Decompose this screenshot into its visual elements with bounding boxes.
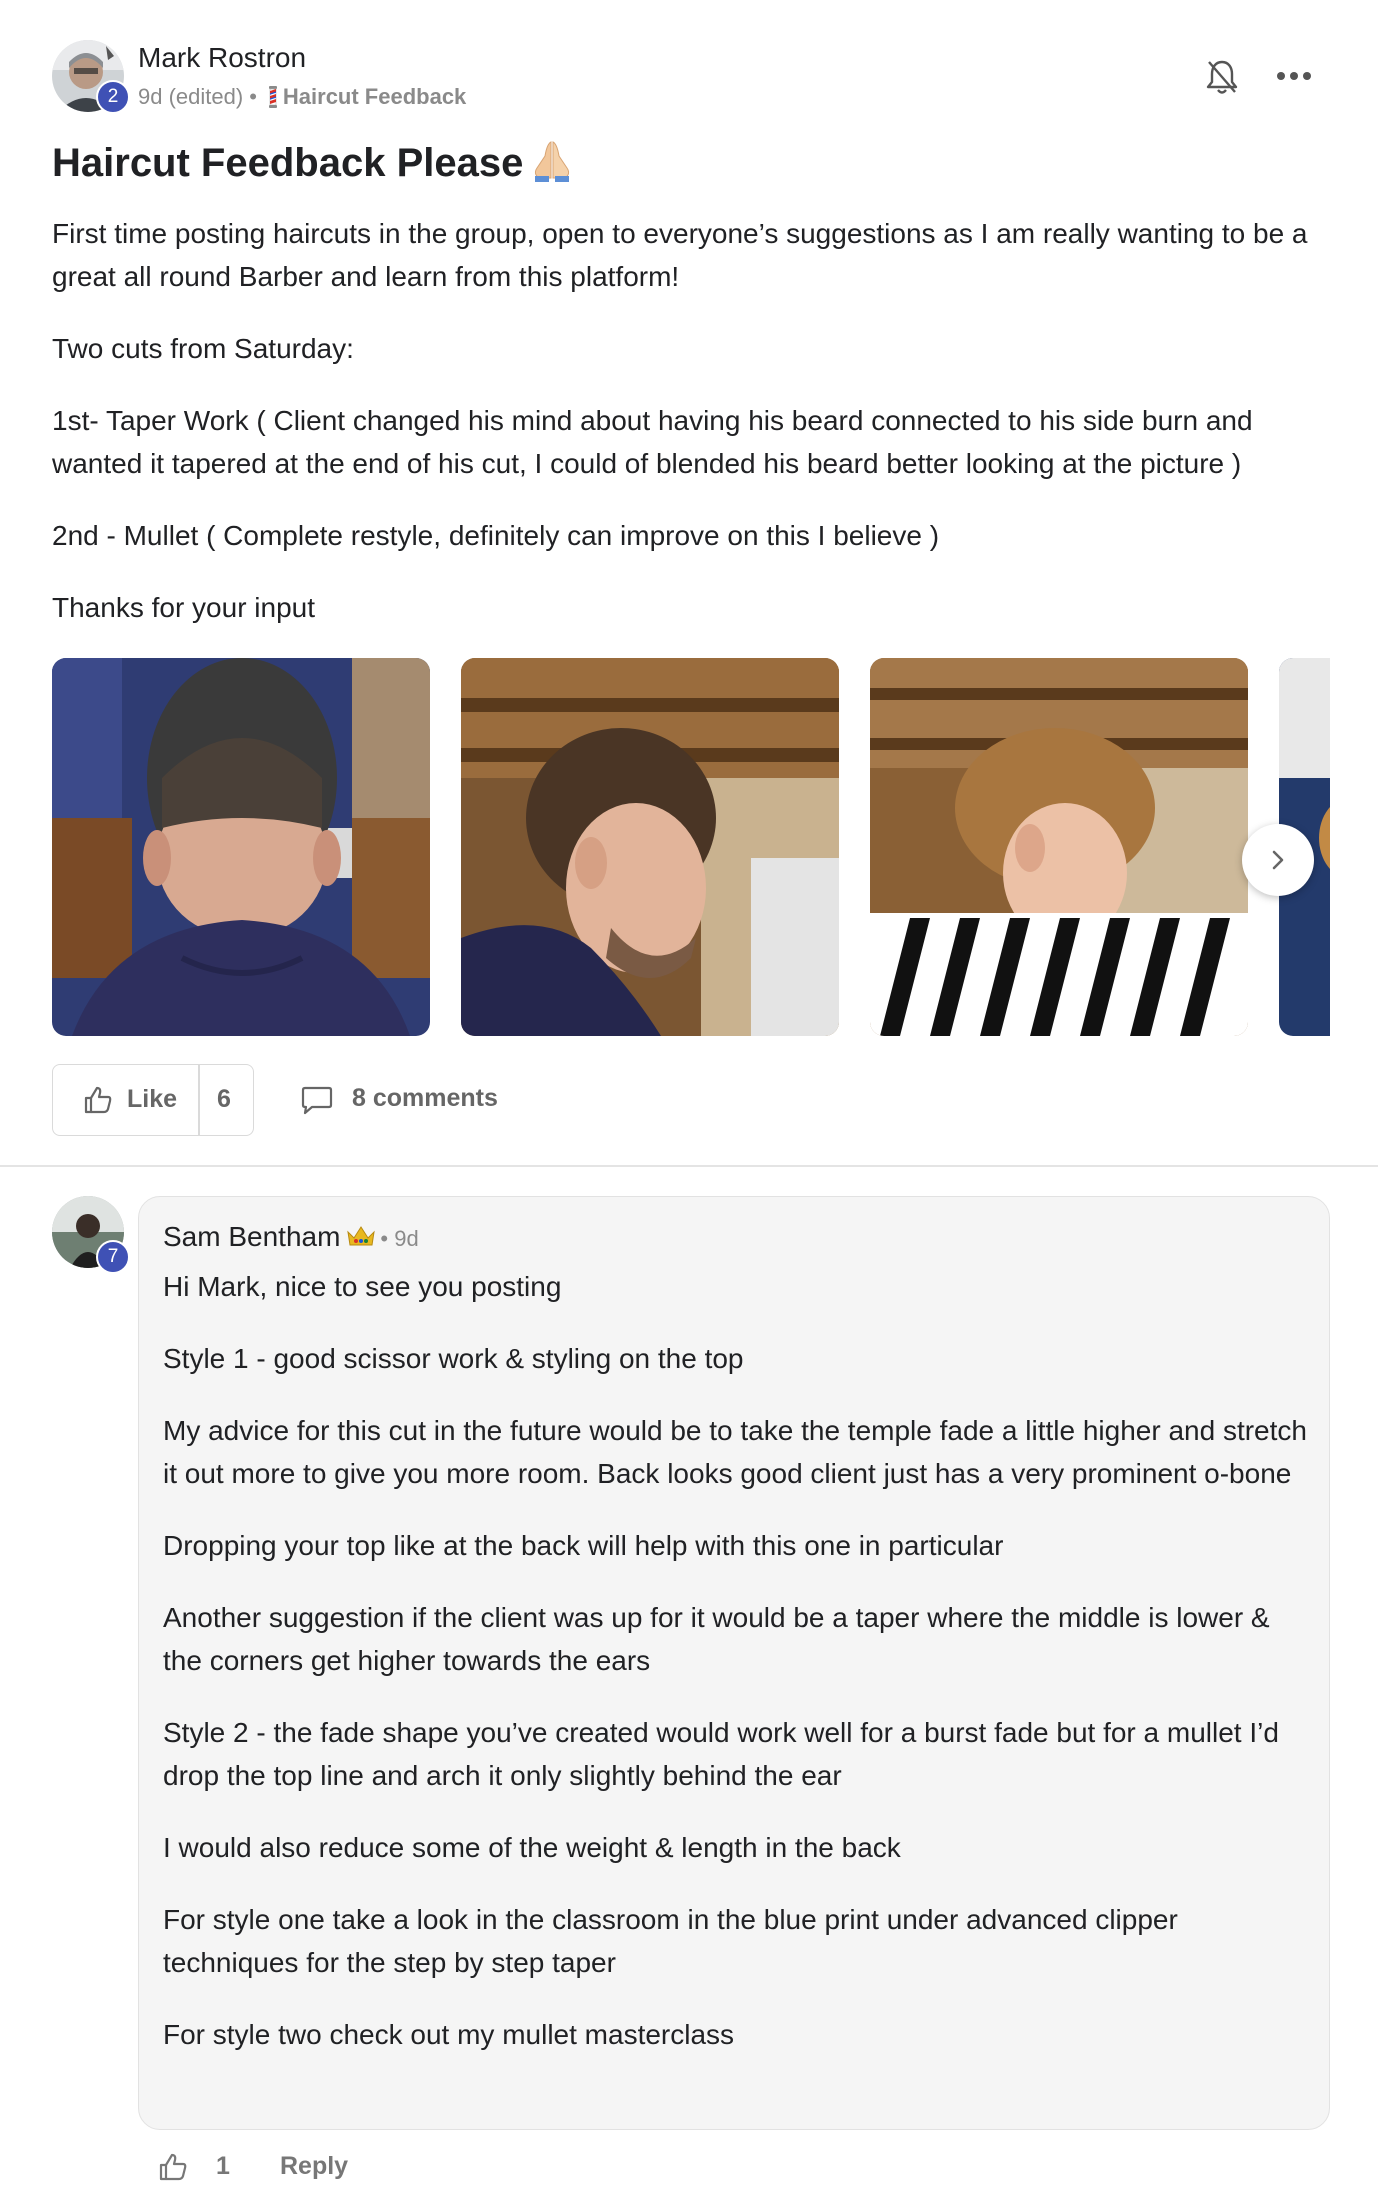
like-control: Like 6 bbox=[52, 1064, 254, 1136]
photo-taper-back[interactable] bbox=[52, 658, 430, 1036]
commenter-level-badge: 7 bbox=[96, 1240, 130, 1274]
post-body: First time posting haircuts in the group… bbox=[52, 212, 1332, 658]
like-divider bbox=[198, 1065, 200, 1135]
praying-hands-icon bbox=[535, 141, 570, 182]
post-paragraph: 1st- Taper Work ( Client changed his min… bbox=[52, 405, 1253, 479]
bell-off-icon[interactable] bbox=[1205, 58, 1239, 96]
comments-count-label: 8 comments bbox=[352, 1084, 498, 1112]
comment-paragraph: Style 1 - good scissor work & styling on… bbox=[163, 1343, 744, 1374]
comment-icon bbox=[301, 1086, 333, 1115]
comment-paragraph: For style one take a look in the classro… bbox=[163, 1904, 1178, 1978]
comment-paragraph: I would also reduce some of the weight &… bbox=[163, 1832, 901, 1863]
comment-paragraph: Another suggestion if the client was up … bbox=[163, 1602, 1270, 1676]
author-level-badge: 2 bbox=[96, 80, 130, 114]
post-paragraph: 2nd - Mullet ( Complete restyle, definit… bbox=[52, 520, 940, 551]
barber-pole-icon bbox=[268, 86, 277, 108]
comment-bubble: Sam Bentham • 9d Hi Mark, nice to see yo… bbox=[138, 1196, 1330, 2130]
comment-paragraph: My advice for this cut in the future wou… bbox=[163, 1415, 1307, 1489]
more-options-icon[interactable] bbox=[1274, 64, 1314, 88]
section-divider bbox=[0, 1165, 1378, 1167]
like-count[interactable]: 6 bbox=[217, 1085, 231, 1114]
crown-icon bbox=[347, 1226, 376, 1246]
post-time: 9d (edited) bbox=[138, 84, 244, 109]
gallery-next-button[interactable] bbox=[1242, 824, 1314, 896]
reply-button[interactable]: Reply bbox=[280, 2152, 348, 2181]
like-button[interactable]: Like bbox=[53, 1065, 198, 1135]
comment-paragraph: Dropping your top like at the back will … bbox=[163, 1530, 1004, 1561]
post-header: 2 Mark Rostron 9d (edited) • Haircut Feed… bbox=[52, 40, 1332, 116]
comment-header: Sam Bentham • 9d bbox=[163, 1221, 419, 1253]
thumb-up-icon bbox=[84, 1086, 112, 1114]
like-label: Like bbox=[127, 1085, 178, 1113]
comment-time: 9d bbox=[394, 1226, 419, 1251]
category-link[interactable]: Haircut Feedback bbox=[283, 84, 466, 109]
comment-actions: 1 Reply bbox=[156, 2148, 556, 2188]
photo-taper-side[interactable] bbox=[461, 658, 839, 1036]
comment-like-icon[interactable] bbox=[158, 2152, 188, 2182]
post-title: Haircut Feedback Please bbox=[52, 138, 575, 186]
comment-body: Hi Mark, nice to see you posting Style 1… bbox=[163, 1265, 1313, 2085]
comment-separator: • bbox=[380, 1226, 389, 1251]
photo-mullet-side[interactable] bbox=[870, 658, 1248, 1036]
post-meta: 9d (edited) • Haircut Feedback bbox=[138, 84, 466, 110]
chevron-right-icon bbox=[1272, 850, 1284, 870]
post-paragraph: Thanks for your input bbox=[52, 592, 316, 623]
comment-paragraph: Style 2 - the fade shape you’ve created … bbox=[163, 1717, 1279, 1791]
post-paragraph: First time posting haircuts in the group… bbox=[52, 218, 1308, 292]
meta-separator: • bbox=[249, 84, 257, 109]
author-name[interactable]: Mark Rostron bbox=[138, 42, 306, 74]
post-paragraph: Two cuts from Saturday: bbox=[52, 333, 354, 364]
commenter-name[interactable]: Sam Bentham bbox=[163, 1221, 340, 1252]
post-title-text: Haircut Feedback Please bbox=[52, 141, 524, 185]
comment-paragraph: Hi Mark, nice to see you posting bbox=[163, 1271, 562, 1302]
comment-like-count[interactable]: 1 bbox=[216, 2152, 230, 2181]
comment-paragraph: For style two check out my mullet master… bbox=[163, 2019, 735, 2050]
image-gallery bbox=[52, 658, 1330, 1036]
